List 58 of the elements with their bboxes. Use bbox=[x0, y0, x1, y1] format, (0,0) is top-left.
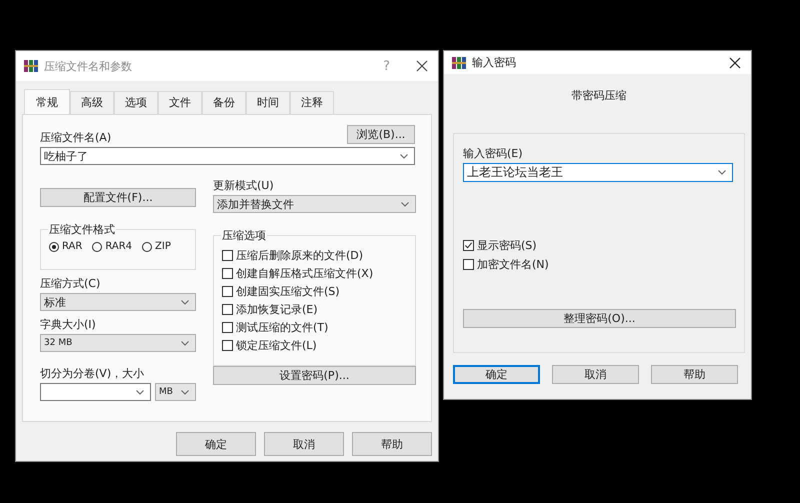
field-label: 切分为分卷(V)，大小 bbox=[40, 366, 146, 381]
window-title: 压缩文件名和参数 bbox=[44, 58, 133, 74]
combo-box[interactable]: 32 MB bbox=[40, 334, 196, 352]
field-label: 更新模式(U) bbox=[213, 178, 275, 193]
field-label: 输入密码(E) bbox=[463, 146, 524, 161]
combo-box[interactable] bbox=[40, 383, 151, 401]
organize-passwords-button[interactable]: 整理密码(O)... bbox=[463, 309, 736, 328]
combo-box[interactable]: MB bbox=[155, 383, 196, 401]
checkbox[interactable]: 创建固实压缩文件(S) bbox=[222, 283, 409, 299]
field-label: 压缩方式(C) bbox=[40, 276, 102, 291]
dialog-button[interactable]: 帮助 bbox=[352, 432, 432, 456]
books-icon bbox=[452, 56, 466, 70]
tab[interactable]: 注释 bbox=[290, 91, 334, 114]
tab[interactable]: 高级 bbox=[70, 91, 114, 114]
dialog-button[interactable]: 取消 bbox=[552, 365, 639, 384]
tab[interactable]: 备份 bbox=[202, 91, 246, 114]
chevron-down-icon bbox=[181, 340, 189, 346]
group-title: 压缩文件格式 bbox=[48, 222, 116, 237]
checkbox[interactable]: 压缩后删除原来的文件(D) bbox=[222, 247, 409, 263]
chevron-down-icon bbox=[181, 300, 189, 304]
field-label: 压缩文件名(A) bbox=[40, 130, 112, 145]
tab[interactable]: 时间 bbox=[246, 91, 290, 114]
chevron-down-icon bbox=[400, 154, 408, 158]
close-icon[interactable] bbox=[729, 56, 741, 68]
radio-button[interactable]: RAR bbox=[49, 241, 82, 252]
checkbox[interactable]: 显示密码(S) bbox=[463, 237, 733, 253]
dialog-button[interactable]: 确定 bbox=[176, 432, 256, 456]
password-field[interactable]: 上老王论坛当老王 bbox=[463, 163, 733, 182]
checkbox[interactable]: 锁定压缩文件(L) bbox=[222, 337, 409, 353]
group-title: 压缩选项 bbox=[221, 228, 267, 243]
window-title: 输入密码 bbox=[472, 55, 517, 70]
checkbox[interactable]: 测试压缩的文件(T) bbox=[222, 319, 409, 335]
books-icon bbox=[24, 59, 38, 73]
tab[interactable]: 常规 bbox=[24, 89, 70, 114]
dialog-button[interactable]: 帮助 bbox=[651, 365, 738, 384]
combo-box[interactable]: 吃柚子了 bbox=[40, 147, 415, 165]
chevron-down-icon bbox=[718, 170, 726, 175]
checkbox[interactable]: 添加恢复记录(E) bbox=[222, 301, 409, 317]
combo-box[interactable]: 标准 bbox=[40, 293, 196, 311]
chevron-down-icon bbox=[181, 390, 189, 394]
checkmark-icon bbox=[464, 240, 473, 250]
chevron-down-icon bbox=[136, 390, 144, 394]
dialog-button[interactable]: 确定 bbox=[453, 365, 540, 384]
combo-box[interactable]: 添加并替换文件 bbox=[213, 195, 416, 213]
tab[interactable]: 选项 bbox=[114, 91, 158, 114]
tab[interactable]: 文件 bbox=[158, 91, 202, 114]
profiles-button[interactable]: 配置文件(F)... bbox=[40, 188, 196, 207]
radio-button[interactable]: RAR4 bbox=[92, 241, 132, 252]
dialog-heading: 带密码压缩 bbox=[570, 88, 628, 103]
browse-button[interactable]: 浏览(B)... bbox=[347, 125, 415, 144]
checkbox[interactable]: 创建自解压格式压缩文件(X) bbox=[222, 265, 409, 281]
checkbox[interactable]: 加密文件名(N) bbox=[463, 256, 733, 272]
dialog-button[interactable]: 取消 bbox=[264, 432, 344, 456]
field-label: 字典大小(I) bbox=[40, 317, 97, 332]
radio-button[interactable]: ZIP bbox=[142, 241, 171, 252]
close-icon[interactable] bbox=[416, 60, 428, 72]
set-password-button[interactable]: 设置密码(P)... bbox=[213, 366, 416, 385]
chevron-down-icon bbox=[401, 202, 409, 206]
